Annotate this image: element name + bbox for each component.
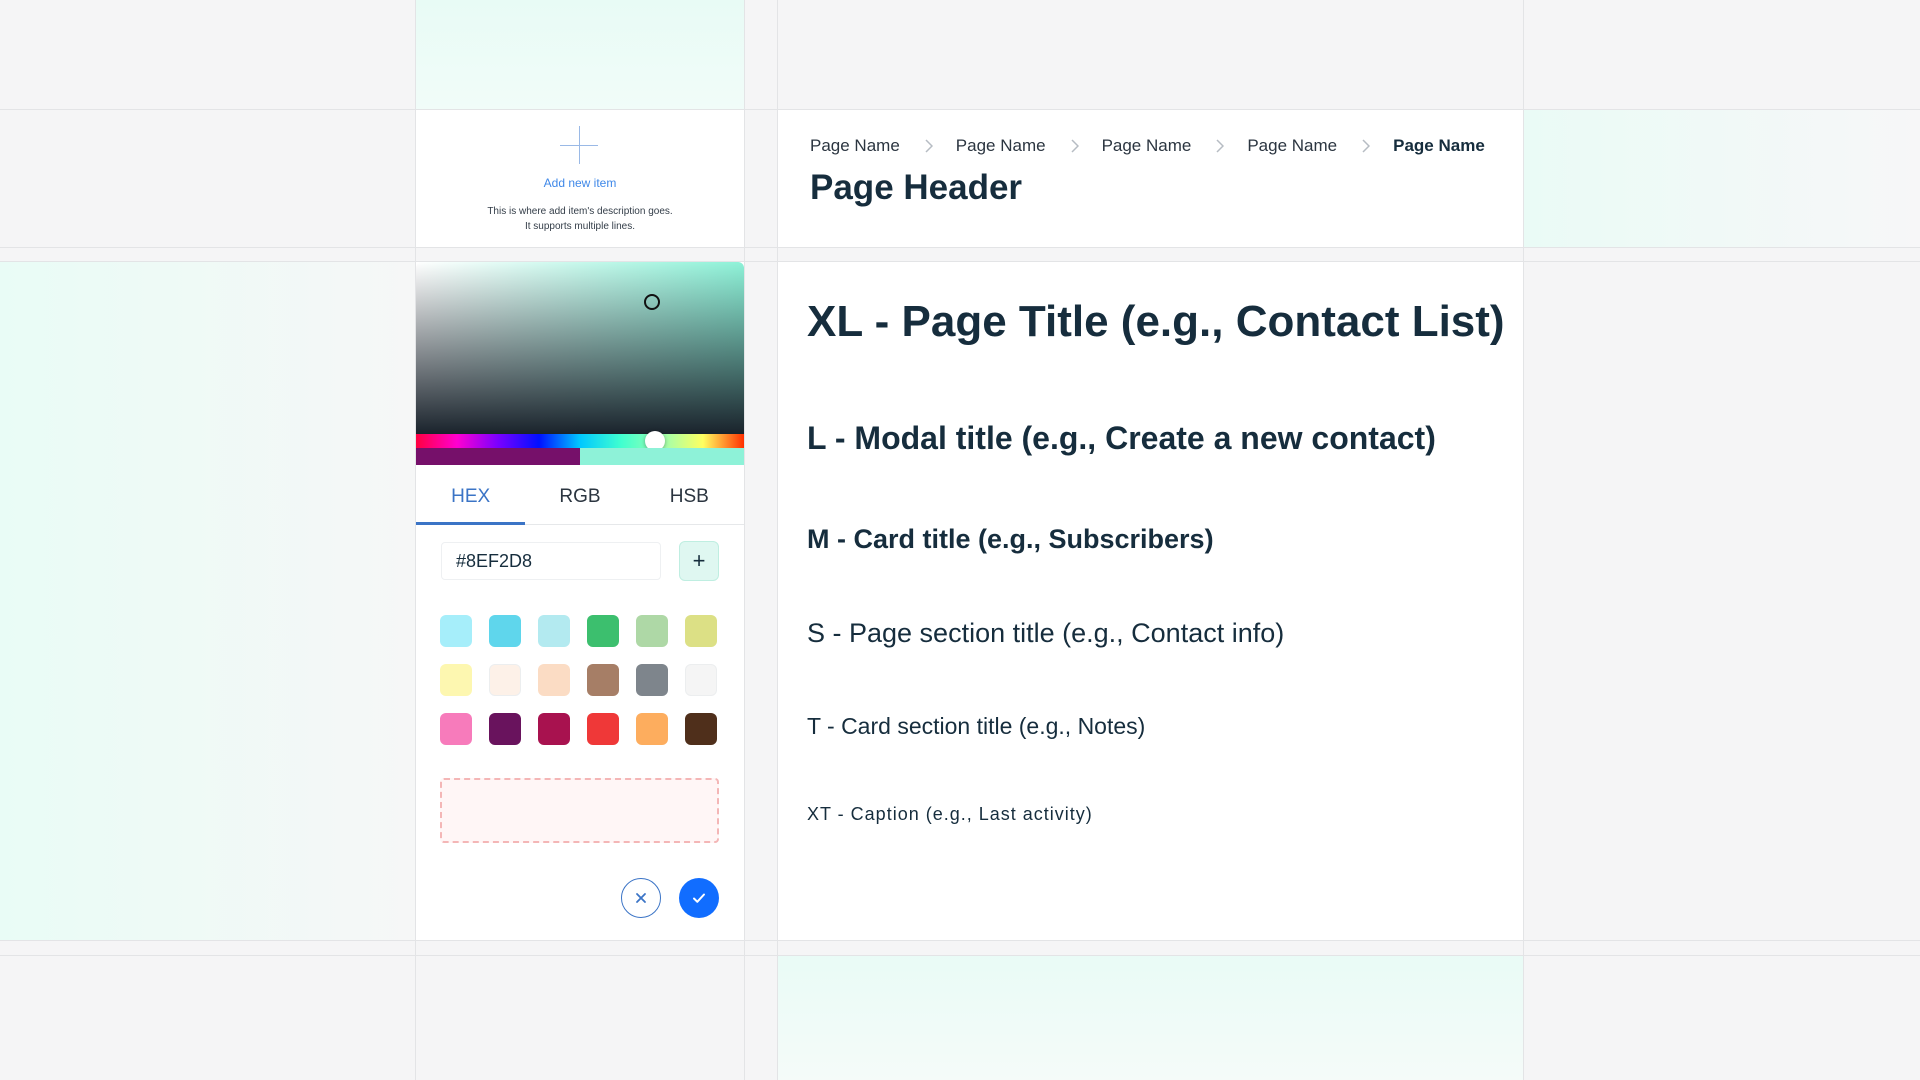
page-title: Page Header: [810, 168, 1023, 207]
color-swatch[interactable]: [489, 713, 521, 745]
color-swatch[interactable]: [636, 713, 668, 745]
breadcrumb-item[interactable]: Page Name: [1102, 136, 1192, 156]
background-tint: [416, 0, 744, 110]
saturation-brightness-area[interactable]: [416, 262, 744, 434]
color-swatch[interactable]: [489, 664, 521, 696]
color-swatch[interactable]: [587, 615, 619, 647]
close-icon: [636, 893, 646, 903]
grid-line: [1523, 0, 1524, 1080]
grid-line: [0, 247, 1920, 248]
swatch-grid: [440, 615, 717, 745]
color-swatch[interactable]: [685, 713, 717, 745]
color-swatch[interactable]: [538, 713, 570, 745]
add-item-description-line: It supports multiple lines.: [524, 221, 636, 232]
grid-line: [0, 955, 1920, 956]
add-item-description: This is where add item's description goe…: [416, 204, 744, 234]
color-cursor-handle[interactable]: [644, 294, 660, 310]
color-mode-tabs: HEX RGB HSB: [416, 476, 744, 525]
color-swatch[interactable]: [587, 664, 619, 696]
add-item-description-line: This is where add item's description goe…: [487, 206, 673, 217]
typography-sample-l: L - Modal title (e.g., Create a new cont…: [807, 420, 1436, 456]
chevron-right-icon: [1361, 138, 1371, 154]
cancel-button[interactable]: [621, 878, 661, 918]
typography-sample-t: T - Card section title (e.g., Notes): [807, 713, 1146, 739]
background-tint: [778, 955, 1523, 1080]
confirm-button[interactable]: [679, 878, 719, 918]
typography-sample-xt: XT - Caption (e.g., Last activity): [807, 804, 1093, 824]
color-swatch[interactable]: [636, 615, 668, 647]
color-swatch[interactable]: [538, 664, 570, 696]
tab-hex[interactable]: HEX: [416, 476, 526, 525]
hue-slider[interactable]: [416, 434, 744, 448]
grid-line: [744, 0, 745, 1080]
color-swatch[interactable]: [685, 664, 717, 696]
plus-icon: +: [692, 548, 706, 573]
color-swatch[interactable]: [440, 615, 472, 647]
add-swatch-button[interactable]: +: [679, 541, 719, 581]
breadcrumb-item[interactable]: Page Name: [810, 136, 900, 156]
color-swatch[interactable]: [538, 615, 570, 647]
typography-card: [778, 262, 1523, 940]
color-swatch[interactable]: [636, 664, 668, 696]
breadcrumb-current: Page Name: [1393, 136, 1485, 155]
typography-sample-m: M - Card title (e.g., Subscribers): [807, 524, 1214, 554]
chevron-right-icon: [924, 138, 934, 154]
tab-hsb[interactable]: HSB: [635, 476, 744, 524]
previous-color-preview[interactable]: [416, 448, 580, 465]
chevron-right-icon: [1070, 138, 1080, 154]
grid-line: [0, 940, 1920, 941]
hex-color-input[interactable]: [441, 542, 661, 580]
custom-colors-drop-zone[interactable]: [440, 778, 719, 843]
add-item-label[interactable]: Add new item: [416, 176, 744, 190]
plus-icon[interactable]: [579, 126, 580, 164]
breadcrumb-item[interactable]: Page Name: [1247, 136, 1337, 156]
typography-sample-s: S - Page section title (e.g., Contact in…: [807, 618, 1285, 648]
check-icon: [693, 893, 705, 903]
color-swatch[interactable]: [440, 664, 472, 696]
chevron-right-icon: [1215, 138, 1225, 154]
color-swatch[interactable]: [587, 713, 619, 745]
color-swatch[interactable]: [685, 615, 717, 647]
color-swatch[interactable]: [489, 615, 521, 647]
current-color-preview: [580, 448, 744, 465]
tab-rgb[interactable]: RGB: [525, 476, 634, 524]
background-tint: [0, 262, 416, 940]
breadcrumb: Page Name Page Name Page Name Page Name …: [810, 136, 1485, 156]
typography-sample-xl: XL - Page Title (e.g., Contact List): [807, 297, 1505, 346]
color-swatch[interactable]: [440, 713, 472, 745]
breadcrumb-item[interactable]: Page Name: [956, 136, 1046, 156]
background-tint: [1523, 110, 1920, 247]
